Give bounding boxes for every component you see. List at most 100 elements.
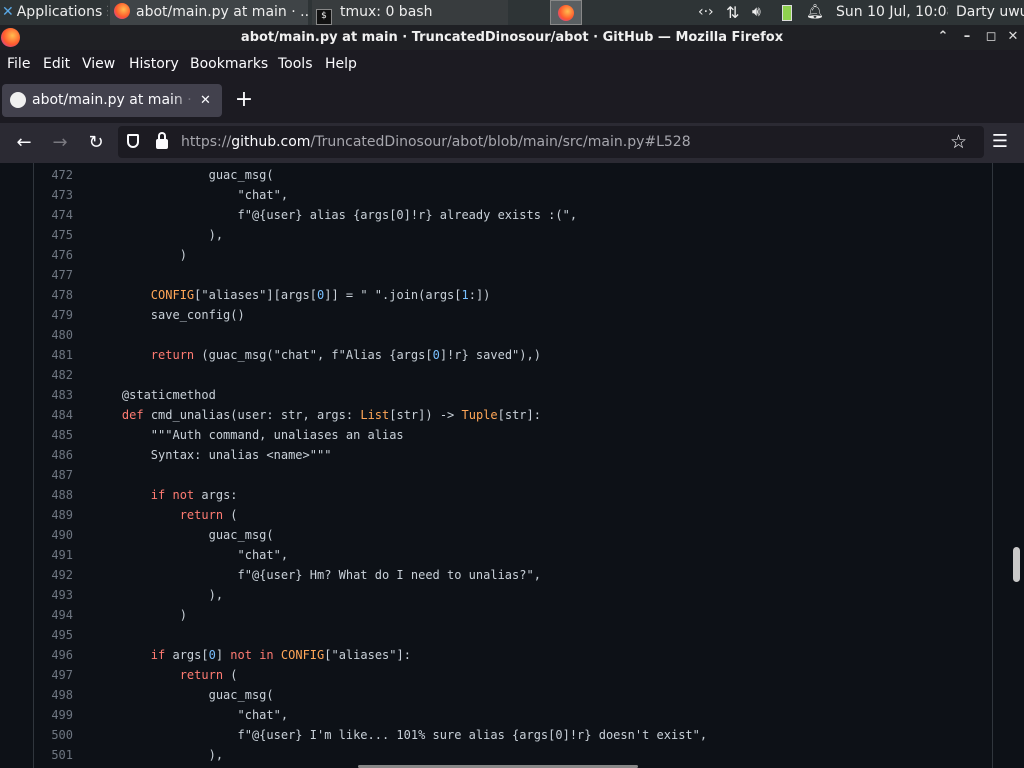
applications-menu[interactable]: ✕Applications☰ — [0, 0, 108, 25]
line-number[interactable]: 488 — [40, 485, 73, 505]
line-number[interactable]: 489 — [40, 505, 73, 525]
line-number[interactable]: 484 — [40, 405, 73, 425]
bookmark-star-icon[interactable]: ☆ — [950, 126, 967, 158]
code-token: ), — [93, 588, 224, 602]
chevron-up-icon[interactable]: ⌃ — [934, 28, 952, 46]
line-number[interactable]: 478 — [40, 285, 73, 305]
menu-tools[interactable]: Tools — [278, 50, 313, 78]
taskbar-firefox-window[interactable]: abot/main.py at main · ... — [110, 0, 308, 25]
line-number[interactable]: 475 — [40, 225, 73, 245]
line-number[interactable]: 477 — [40, 265, 73, 285]
menu-history[interactable]: History — [129, 50, 179, 78]
notification-bell-icon[interactable]: 🔔︎ — [806, 0, 824, 25]
line-number[interactable]: 496 — [40, 645, 73, 665]
code-line: 473 "chat", — [0, 185, 1010, 205]
line-code: ), — [93, 585, 223, 605]
line-number[interactable]: 472 — [40, 165, 73, 185]
code-token: save_config() — [93, 308, 245, 322]
line-number[interactable]: 495 — [40, 625, 73, 645]
line-code: if not args: — [93, 485, 238, 505]
line-number[interactable]: 480 — [40, 325, 73, 345]
line-number[interactable]: 486 — [40, 445, 73, 465]
workspace-switcher[interactable] — [550, 0, 582, 25]
forward-button[interactable]: → — [49, 132, 71, 154]
code-token: return — [150, 348, 195, 362]
user-menu[interactable]: Darty uwu — [956, 0, 1024, 25]
code-line: 493 ), — [0, 585, 1010, 605]
volume-icon[interactable]: 🔊︎ — [752, 0, 772, 25]
maximize-button[interactable]: ◻ — [982, 28, 1000, 46]
line-number[interactable]: 501 — [40, 745, 73, 765]
code-line: 472 guac_msg( — [0, 165, 1010, 185]
menu-file[interactable]: File — [7, 50, 30, 78]
url-bar[interactable]: https://github.com/TruncatedDinosour/abo… — [118, 126, 984, 158]
line-code: "chat", — [93, 545, 288, 565]
line-code: f"@{user} Hm? What do I need to unalias?… — [93, 565, 540, 585]
battery-icon[interactable] — [782, 0, 796, 25]
line-number[interactable]: 491 — [40, 545, 73, 565]
transfer-icon[interactable]: ⇅ — [726, 0, 746, 25]
line-number[interactable]: 493 — [40, 585, 73, 605]
new-tab-button[interactable]: + — [234, 88, 254, 112]
menu-edit[interactable]: Edit — [43, 50, 70, 78]
xfce-icon: ✕ — [2, 4, 14, 20]
clock[interactable]: Sun 10 Jul, 10:08 — [836, 0, 948, 25]
menu-view[interactable]: View — [82, 50, 115, 78]
line-number[interactable]: 479 — [40, 305, 73, 325]
line-number[interactable]: 490 — [40, 525, 73, 545]
code-token: return — [179, 508, 224, 522]
code-token: args[ — [165, 648, 209, 662]
code-token: "chat", — [93, 548, 289, 562]
terminal-icon: $ — [316, 9, 332, 25]
code-token: not in — [230, 648, 274, 662]
close-tab-icon[interactable]: ✕ — [200, 84, 211, 117]
network-icon[interactable]: ‹·› — [698, 0, 720, 25]
code-token: ( — [223, 668, 238, 682]
code-token: CONFIG — [280, 648, 325, 662]
line-number[interactable]: 499 — [40, 705, 73, 725]
menu-bookmarks[interactable]: Bookmarks — [190, 50, 268, 78]
line-number[interactable]: 494 — [40, 605, 73, 625]
code-line: 497 return ( — [0, 665, 1010, 685]
line-number[interactable]: 474 — [40, 205, 73, 225]
code-line: 482 — [0, 365, 1010, 385]
menu-help[interactable]: Help — [325, 50, 357, 78]
line-number[interactable]: 481 — [40, 345, 73, 365]
line-number[interactable]: 483 — [40, 385, 73, 405]
line-number[interactable]: 500 — [40, 725, 73, 745]
minimize-button[interactable]: – — [958, 28, 976, 46]
code-token: ( — [223, 508, 238, 522]
line-number[interactable]: 492 — [40, 565, 73, 585]
hamburger-menu-icon[interactable]: ☰ — [990, 130, 1010, 154]
line-number[interactable]: 497 — [40, 665, 73, 685]
window-titlebar[interactable]: abot/main.py at main · TruncatedDinosour… — [0, 25, 1024, 50]
code-token: ), — [93, 748, 224, 762]
reload-button[interactable]: ↻ — [85, 132, 107, 154]
code-token: List — [360, 408, 390, 422]
line-number[interactable]: 498 — [40, 685, 73, 705]
line-code: CONFIG["aliases"][args[0]] = " ".join(ar… — [93, 285, 491, 305]
code-token: not — [172, 488, 195, 502]
close-button[interactable]: ✕ — [1004, 28, 1022, 46]
code-line: 486 Syntax: unalias <name>""" — [0, 445, 1010, 465]
back-button[interactable]: ← — [13, 132, 35, 154]
menu-bar: File Edit View History Bookmarks Tools H… — [0, 50, 1024, 78]
line-number[interactable]: 482 — [40, 365, 73, 385]
shield-icon[interactable] — [127, 134, 139, 148]
vertical-scrollbar[interactable] — [1013, 547, 1020, 582]
lock-icon[interactable] — [156, 139, 168, 149]
code-line: 487 — [0, 465, 1010, 485]
line-number[interactable]: 476 — [40, 245, 73, 265]
line-code: save_config() — [93, 305, 245, 325]
line-number[interactable]: 473 — [40, 185, 73, 205]
taskbar-tmux-window[interactable]: $ tmux: 0 bash — [312, 0, 508, 25]
tab-active[interactable]: abot/main.py at main · Tr ✕ — [2, 84, 222, 117]
line-number[interactable]: 487 — [40, 465, 73, 485]
code-line: 475 ), — [0, 225, 1010, 245]
line-number[interactable]: 485 — [40, 425, 73, 445]
code-line: 490 guac_msg( — [0, 525, 1010, 545]
